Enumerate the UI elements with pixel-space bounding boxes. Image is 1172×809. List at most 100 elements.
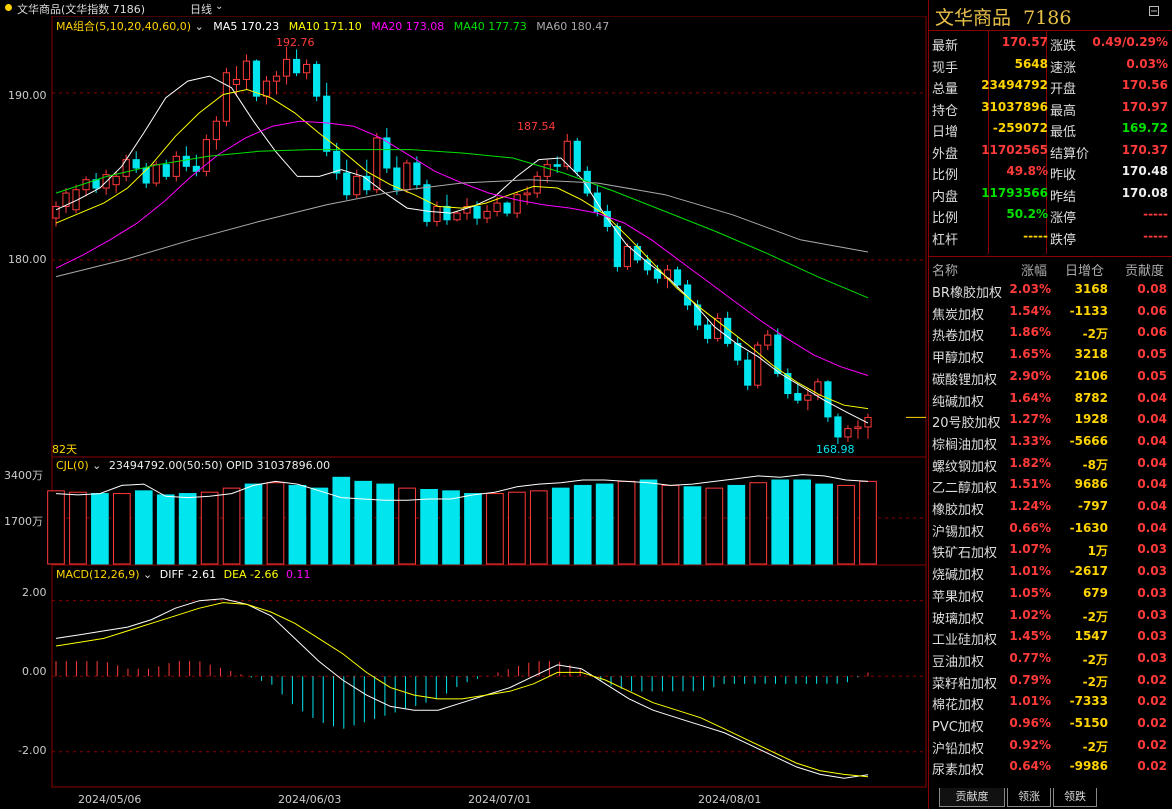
volume-bar: [749, 482, 768, 565]
chart-area[interactable]: [0, 0, 928, 809]
rank-col-name[interactable]: 名称: [932, 260, 958, 279]
volume-bar: [222, 487, 241, 565]
list-item[interactable]: 豆油加权 0.77% -2万 0.03: [929, 648, 1172, 670]
quote-value: 5648: [1014, 56, 1048, 71]
candle-body: [272, 75, 281, 82]
volume-bar: [859, 480, 877, 565]
candle-body: [503, 202, 511, 214]
candle-body: [513, 194, 521, 214]
candle-body: [523, 192, 531, 196]
list-item[interactable]: 焦炭加权 1.54% -1133 0.06: [929, 301, 1172, 323]
rank-contribution: 0.04: [1137, 477, 1167, 492]
candle-body: [703, 324, 712, 339]
list-item[interactable]: 棉花加权 1.01% -7333 0.02: [929, 691, 1172, 713]
ma-legend[interactable]: MA组合(5,10,20,40,60,0) ⌄ MA5 170.23 MA10 …: [56, 18, 609, 34]
candle-body: [292, 58, 301, 74]
date-tick-0801: 2024/08/01: [698, 793, 762, 806]
quote-row: 持仓 31037896 最高 170.97: [929, 97, 1172, 119]
quote-label: 杠杆: [932, 232, 959, 248]
candle-body: [313, 63, 321, 97]
list-item[interactable]: 螺纹钢加权 1.82% -8万 0.04: [929, 453, 1172, 475]
quote-value: 23494792: [981, 78, 1048, 92]
list-item[interactable]: 橡胶加权 1.24% -797 0.04: [929, 496, 1172, 518]
rank-change: 1.65%: [1009, 347, 1051, 362]
list-item[interactable]: 甲醇加权 1.65% 3218 0.05: [929, 344, 1172, 366]
macd-label[interactable]: MACD(12,26,9): [56, 568, 140, 581]
volume-bar: [705, 487, 724, 565]
list-item[interactable]: BR橡胶加权 2.03% 3168 0.08: [929, 279, 1172, 301]
list-item[interactable]: 菜籽粕加权 0.79% -2万 0.02: [929, 670, 1172, 692]
rank-col-change[interactable]: 涨幅: [1021, 260, 1047, 279]
cjl-legend[interactable]: CJL(0) ⌄ 23494792.00(50:50) OPID 3103789…: [56, 459, 330, 472]
list-item[interactable]: 玻璃加权 1.02% -2万 0.03: [929, 605, 1172, 627]
rank-contribution: 0.03: [1137, 629, 1167, 644]
rank-contribution: 0.02: [1137, 737, 1167, 752]
list-item[interactable]: 纯碱加权 1.64% 8782 0.04: [929, 388, 1172, 410]
candle-body: [212, 120, 221, 141]
candle-body: [232, 78, 241, 85]
list-item[interactable]: 沪锡加权 0.66% -1630 0.04: [929, 518, 1172, 540]
ma20-value: MA20 173.08: [371, 20, 445, 33]
quote-value: -----: [1023, 228, 1048, 243]
list-item[interactable]: PVC加权 0.96% -5150 0.02: [929, 713, 1172, 735]
list-item[interactable]: 棕榈油加权 1.33% -5666 0.04: [929, 431, 1172, 453]
list-item[interactable]: 乙二醇加权 1.51% 9686 0.04: [929, 474, 1172, 496]
list-item[interactable]: 碳酸锂加权 2.90% 2106 0.05: [929, 366, 1172, 388]
chevron-down-icon[interactable]: ⌄: [143, 568, 152, 581]
rank-change: 0.92%: [1009, 737, 1051, 752]
candle-body: [673, 269, 682, 286]
list-item[interactable]: 烧碱加权 1.01% -2617 0.03: [929, 561, 1172, 583]
quote-row: 最新 170.57 涨跌 0.49/0.29%: [929, 32, 1172, 54]
macd-legend[interactable]: MACD(12,26,9) ⌄ DIFF -2.61 DEA -2.66 0.1…: [56, 568, 311, 581]
chevron-down-icon[interactable]: ⌄: [92, 459, 101, 472]
tab-top-losers[interactable]: 领跌: [1053, 788, 1097, 807]
chevron-down-icon[interactable]: ⌄: [195, 20, 204, 33]
volume-bar: [727, 484, 746, 565]
quote-row: 内盘 11793566 昨结 170.08: [929, 183, 1172, 205]
rank-col-contribution[interactable]: 贡献度: [1125, 260, 1164, 279]
rank-contribution: 0.04: [1137, 433, 1167, 448]
chevron-down-icon[interactable]: ⌄: [215, 1, 223, 12]
rank-col-oi[interactable]: 日增仓: [1065, 260, 1104, 279]
rank-contribution: 0.03: [1137, 607, 1167, 622]
candle-body: [303, 63, 311, 74]
list-item[interactable]: 苹果加权 1.05% 679 0.03: [929, 583, 1172, 605]
chart-title[interactable]: 文华商品(文华指数 7186): [17, 1, 145, 17]
volume-bar: [310, 487, 329, 565]
quote-value: 170.56: [1121, 78, 1168, 92]
candle-body: [282, 58, 291, 77]
list-item[interactable]: 沪铅加权 0.92% -2万 0.02: [929, 735, 1172, 757]
rank-change: 0.64%: [1009, 759, 1051, 774]
quote-label: 开盘: [1050, 82, 1077, 97]
candle-body: [82, 179, 90, 191]
rank-change: 1.45%: [1009, 629, 1051, 644]
rank-name: 沪铅加权: [932, 741, 985, 757]
tab-contribution[interactable]: 贡献度: [939, 788, 1005, 807]
list-item[interactable]: 20号胶加权 1.27% 1928 0.04: [929, 409, 1172, 431]
list-item[interactable]: 热卷加权 1.86% -2万 0.06: [929, 322, 1172, 344]
list-item[interactable]: 尿素加权 0.64% -9986 0.02: [929, 756, 1172, 778]
rank-change: 1.24%: [1009, 499, 1051, 513]
volume-bar: [771, 479, 790, 565]
volume-bar: [69, 491, 87, 565]
rank-name: 碳酸锂加权: [932, 372, 998, 388]
quote-label: 最高: [1050, 103, 1077, 119]
rank-oi-change: -797: [1077, 499, 1108, 513]
quote-row: 比例 50.2% 涨停 -----: [929, 204, 1172, 226]
ma60-line: [55, 179, 869, 278]
rank-change: 0.96%: [1009, 716, 1051, 730]
cjl-label[interactable]: CJL(0): [56, 459, 89, 472]
tab-top-gainers[interactable]: 领涨: [1007, 788, 1051, 807]
volume-bar: [442, 490, 460, 565]
ma-legend-label[interactable]: MA组合(5,10,20,40,60,0): [56, 20, 191, 33]
candle-body: [242, 60, 251, 80]
close-icon[interactable]: [1149, 6, 1159, 16]
list-item[interactable]: 铁矿石加权 1.07% 1万 0.03: [929, 539, 1172, 561]
quote-value: 170.48: [1121, 164, 1168, 178]
period-selector[interactable]: 日线: [190, 1, 212, 17]
quote-panel: 文华商品 7186 最新 170.57 涨跌 0.49/0.29% 现手 5648 速涨 0.…: [928, 0, 1172, 809]
quote-value: -----: [1143, 207, 1168, 221]
volume-bar: [47, 490, 65, 565]
list-item[interactable]: 工业硅加权 1.45% 1547 0.03: [929, 626, 1172, 648]
macd-diff: DIFF -2.61: [159, 568, 217, 581]
